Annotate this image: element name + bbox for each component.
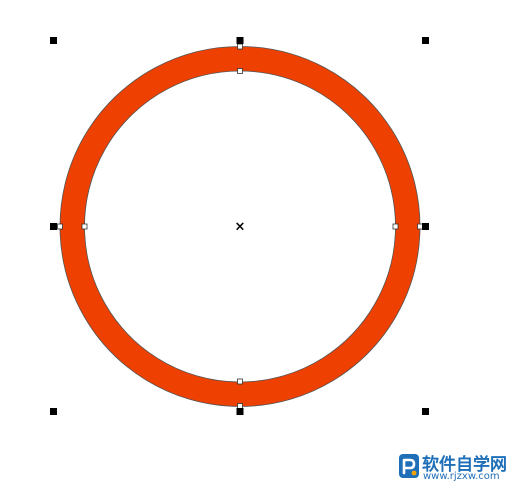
node-handle-inner-left[interactable] bbox=[81, 223, 88, 230]
node-handle-outer-top[interactable] bbox=[237, 43, 243, 50]
selection-handle-top-center[interactable] bbox=[236, 37, 244, 44]
selection-handle-bottom-left[interactable] bbox=[50, 408, 57, 415]
node-handle-inner-bottom[interactable] bbox=[237, 378, 243, 385]
selection-handle-top-left[interactable] bbox=[50, 37, 57, 44]
selection-handle-middle-right[interactable] bbox=[422, 223, 429, 230]
node-handle-outer-bottom[interactable] bbox=[237, 403, 243, 409]
node-handle-inner-top[interactable] bbox=[237, 68, 243, 74]
selection-handle-bottom-center[interactable] bbox=[236, 408, 244, 415]
selection-handle-top-right[interactable] bbox=[422, 37, 429, 44]
selection-handle-middle-left[interactable] bbox=[50, 223, 57, 230]
node-handle-inner-right[interactable] bbox=[392, 223, 399, 230]
watermark-logo-icon bbox=[399, 454, 419, 478]
node-handle-outer-left[interactable] bbox=[57, 223, 63, 230]
watermark-url: www.rjzxw.com bbox=[423, 471, 500, 482]
drawing-canvas[interactable]: × bbox=[0, 0, 520, 487]
center-mark-icon[interactable]: × bbox=[235, 220, 246, 235]
node-handle-outer-right[interactable] bbox=[417, 223, 423, 230]
watermark: 软件自学网 www.rjzxw.com bbox=[398, 452, 516, 484]
selection-handle-bottom-right[interactable] bbox=[422, 408, 429, 415]
